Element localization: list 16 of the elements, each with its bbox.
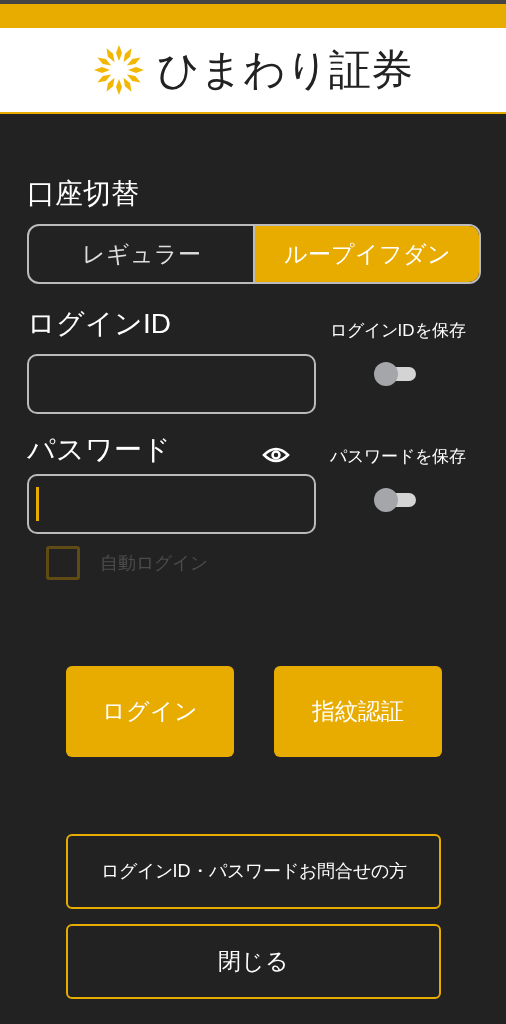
text-caret — [36, 487, 39, 521]
toggle-switch[interactable] — [373, 487, 416, 512]
save-label: パスワードを保存 — [329, 446, 466, 468]
save-label: ログインIDを保存 — [329, 320, 466, 342]
section-label: 口座切替 — [27, 180, 140, 208]
toggle-switch[interactable] — [373, 361, 416, 386]
sun-logo-icon — [93, 44, 145, 96]
field-label: ログインID — [27, 310, 172, 338]
input-field[interactable] — [27, 354, 316, 414]
password-field[interactable] — [27, 474, 316, 534]
outline-button[interactable]: 閉じる — [66, 924, 441, 999]
outline-button[interactable]: ログインID・パスワードお問合せの方 — [66, 834, 441, 909]
field-label: パスワード — [27, 436, 171, 464]
segment-tab[interactable]: レギュラー — [29, 226, 253, 282]
eye-icon[interactable] — [262, 446, 290, 464]
brand-name: ひまわり証券 — [157, 49, 413, 91]
